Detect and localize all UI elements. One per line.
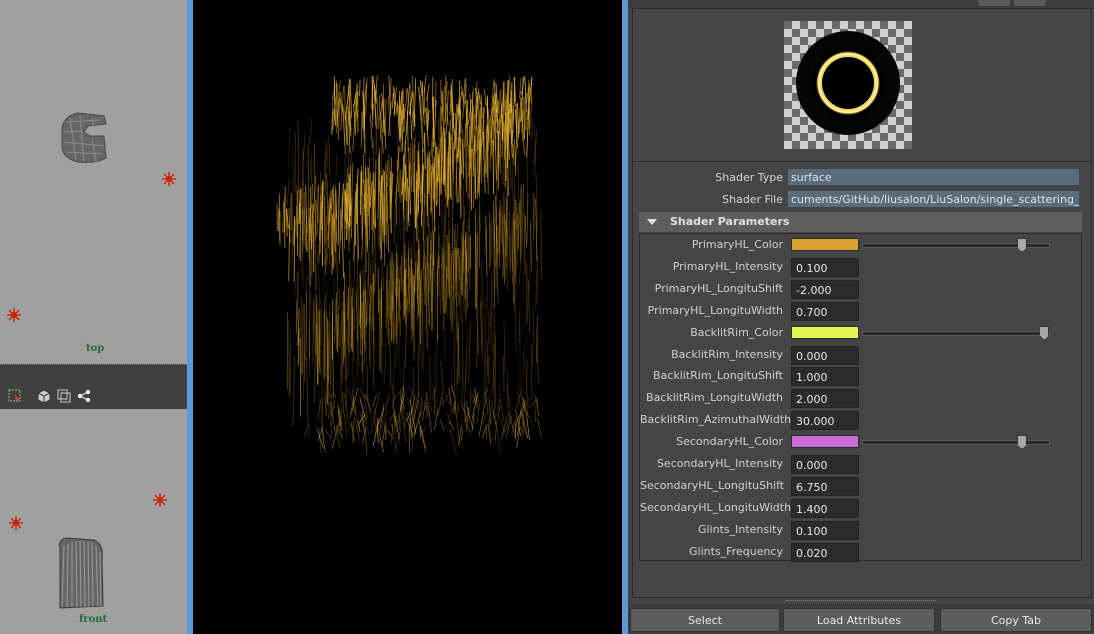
param-label: BacklitRim_Intensity	[671, 347, 783, 361]
shader-type-label: Shader Type	[715, 171, 783, 184]
param-label: PrimaryHL_Intensity	[672, 259, 783, 273]
swatch-preview-image	[784, 21, 912, 149]
param-label: BacklitRim_LongituWidth	[646, 391, 783, 405]
front-view-hair-icon	[59, 537, 104, 609]
param-value-field[interactable]: 2.000	[791, 389, 859, 409]
color-slider[interactable]	[862, 435, 1050, 450]
param-value-field[interactable]: 0.100	[791, 520, 859, 540]
shader-file-field[interactable]: cuments/GitHub/liusalon/LiuSalon/single_…	[787, 190, 1080, 208]
top-tab-button[interactable]	[1014, 0, 1046, 6]
shader-parameters-header[interactable]: Shader Parameters	[639, 212, 1082, 232]
param-value-field[interactable]: 6.750	[791, 476, 859, 496]
slider-handle[interactable]	[1039, 325, 1050, 340]
copy-tab-button[interactable]: Copy Tab	[940, 608, 1092, 632]
param-value-field[interactable]: 0.020	[791, 542, 859, 562]
top-camera-label: top	[86, 343, 105, 354]
front-viewport[interactable]: front	[0, 410, 187, 634]
param-value-field[interactable]: 0.000	[791, 455, 859, 474]
param-label: Glints_Intensity	[697, 522, 783, 536]
shader-parameters-list: PrimaryHL_Color PrimaryHL_Intensity 0.100 P…	[639, 233, 1082, 562]
param-label: PrimaryHL_LongituWidth	[647, 303, 783, 317]
viewport-toolbar	[0, 364, 187, 409]
viewport-column: top front	[0, 0, 187, 634]
slider-handle[interactable]	[1017, 435, 1028, 450]
cube-icon[interactable]	[37, 389, 51, 403]
top-tab-button[interactable]	[978, 0, 1010, 6]
shader-swatch	[784, 21, 912, 149]
attribute-editor: Shader Type surface Shader File cuments/…	[628, 0, 1094, 634]
top-viewport[interactable]: top	[0, 0, 187, 364]
hair-render-image	[276, 74, 542, 456]
collapse-triangle-icon[interactable]	[647, 219, 657, 225]
param-label: PrimaryHL_LongituShift	[654, 281, 783, 295]
shader-file-label: Shader File	[722, 193, 783, 206]
select-button[interactable]: Select	[630, 608, 780, 632]
param-label: Glints_Frequency	[689, 544, 783, 558]
param-value-field[interactable]: -2.000	[791, 279, 859, 299]
param-value-field[interactable]: 0.100	[791, 257, 859, 277]
front-camera-label: front	[79, 614, 108, 625]
light-icon[interactable]	[162, 172, 176, 186]
slider-handle[interactable]	[1017, 238, 1028, 252]
shader-type-field[interactable]: surface	[787, 168, 1080, 186]
param-value-field[interactable]: 1.000	[791, 367, 859, 387]
param-value-field[interactable]: 0.000	[791, 345, 859, 365]
separator	[633, 161, 1091, 162]
param-label: SecondaryHL_LongituShift	[640, 478, 785, 492]
light-icon[interactable]	[9, 516, 23, 530]
shader-frame: Shader Type surface Shader File cuments/…	[632, 8, 1092, 598]
param-label: BacklitRim_AzimuthalWidth	[640, 413, 792, 427]
param-label: BacklitRim_LongituShift	[652, 369, 783, 383]
color-slider[interactable]	[862, 238, 1050, 252]
param-value-field[interactable]: 30.000	[791, 411, 859, 431]
light-icon[interactable]	[7, 308, 21, 322]
param-label: SecondaryHL_LongituWidth	[640, 500, 792, 514]
param-label: SecondaryHL_Color	[676, 435, 783, 449]
light-icon[interactable]	[153, 493, 167, 507]
load-attributes-button[interactable]: Load Attributes	[783, 608, 935, 632]
top-view-hair-icon	[61, 112, 107, 163]
color-swatch[interactable]	[791, 435, 859, 449]
render-view	[193, 0, 622, 634]
param-label: PrimaryHL_Color	[691, 238, 783, 251]
share-nodes-icon[interactable]	[77, 389, 91, 403]
layers-icon[interactable]	[57, 389, 71, 403]
color-swatch[interactable]	[791, 238, 859, 251]
color-swatch[interactable]	[791, 325, 859, 339]
color-slider[interactable]	[862, 325, 1050, 340]
param-label: BacklitRim_Color	[690, 325, 783, 339]
param-label: SecondaryHL_Intensity	[656, 457, 783, 470]
param-value-field[interactable]: 1.400	[791, 498, 859, 518]
select-tool-icon[interactable]	[8, 389, 22, 403]
param-value-field[interactable]: 0.700	[791, 301, 859, 321]
section-title: Shader Parameters	[670, 215, 790, 228]
